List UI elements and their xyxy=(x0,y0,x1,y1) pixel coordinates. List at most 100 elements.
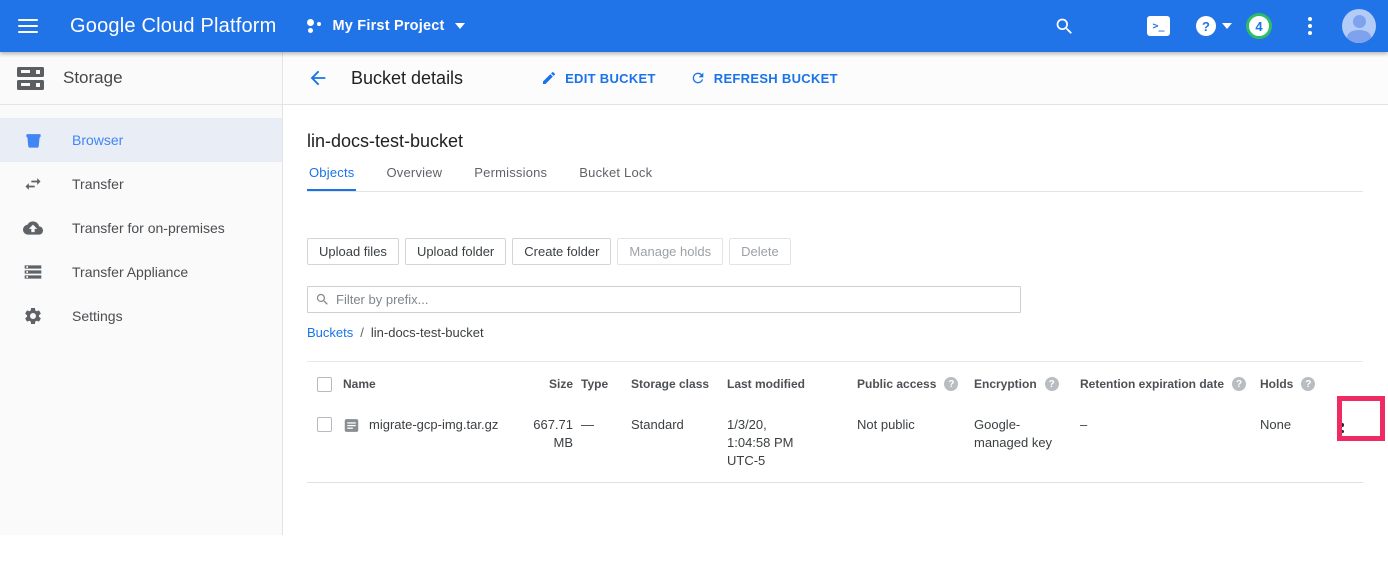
help-icon[interactable]: ? xyxy=(1232,377,1246,391)
hamburger-menu-icon[interactable] xyxy=(6,0,50,52)
tab-bucket-lock[interactable]: Bucket Lock xyxy=(577,165,654,191)
select-all-checkbox[interactable] xyxy=(317,377,332,392)
top-navigation-bar: Google Cloud Platform My First Project >… xyxy=(0,0,1388,52)
manage-holds-button[interactable]: Manage holds xyxy=(617,238,723,265)
tab-overview[interactable]: Overview xyxy=(384,165,444,191)
page-title: Bucket details xyxy=(351,68,463,89)
cloud-upload-icon xyxy=(22,217,44,239)
sidebar-item-browser[interactable]: Browser xyxy=(0,118,282,162)
tab-bar: Objects Overview Permissions Bucket Lock xyxy=(307,165,1363,192)
last-modified-value: 1/3/20, 1:04:58 PM UTC-5 xyxy=(727,416,807,470)
avatar[interactable] xyxy=(1342,9,1376,43)
storage-logo-icon xyxy=(17,67,44,90)
column-header-encryption[interactable]: Encryption ? xyxy=(974,376,1080,392)
column-header-label: Encryption xyxy=(974,377,1037,391)
sidebar-item-label: Settings xyxy=(72,308,123,324)
breadcrumb-current: lin-docs-test-bucket xyxy=(371,325,484,340)
column-header-holds[interactable]: Holds ? xyxy=(1260,376,1322,392)
sidebar: Storage Browser Transfer xyxy=(0,52,283,535)
column-header-menu xyxy=(1322,376,1362,392)
content: Bucket details EDIT BUCKET REFRESH BUCKE… xyxy=(283,52,1388,535)
cloud-shell-icon[interactable]: >_ xyxy=(1147,16,1170,36)
sidebar-item-transfer-appliance[interactable]: Transfer Appliance xyxy=(0,250,282,294)
app-body: Storage Browser Transfer xyxy=(0,52,1388,535)
cell-holds: None xyxy=(1260,416,1322,470)
table-row[interactable]: migrate-gcp-img.tar.gz 667.71 MB — Stand… xyxy=(307,404,1363,483)
chevron-down-icon xyxy=(455,23,465,29)
create-folder-button[interactable]: Create folder xyxy=(512,238,611,265)
row-checkbox-cell xyxy=(307,416,343,470)
overflow-menu-icon[interactable] xyxy=(1300,14,1320,38)
row-checkbox[interactable] xyxy=(317,417,332,432)
column-header-last-modified[interactable]: Last modified xyxy=(727,376,857,392)
refresh-bucket-label: REFRESH BUCKET xyxy=(714,71,838,86)
cell-name[interactable]: migrate-gcp-img.tar.gz xyxy=(343,416,511,470)
cell-row-menu xyxy=(1322,416,1362,470)
pencil-icon xyxy=(541,70,557,86)
refresh-icon xyxy=(690,70,706,86)
help-menu[interactable]: ? xyxy=(1196,16,1232,36)
sidebar-item-transfer[interactable]: Transfer xyxy=(0,162,282,206)
edit-bucket-button[interactable]: EDIT BUCKET xyxy=(541,70,656,86)
gcp-logo: Google Cloud Platform xyxy=(70,15,277,38)
breadcrumb-separator: / xyxy=(360,325,364,340)
sidebar-header: Storage xyxy=(0,52,282,105)
sidebar-item-label: Transfer for on-premises xyxy=(72,220,225,236)
sidebar-title: Storage xyxy=(63,68,123,88)
search-icon[interactable] xyxy=(1054,16,1075,37)
column-header-storage-class[interactable]: Storage class xyxy=(631,376,727,392)
cell-type: — xyxy=(581,416,631,470)
cell-storage-class: Standard xyxy=(631,416,727,470)
project-selector[interactable]: My First Project xyxy=(307,18,465,35)
project-name: My First Project xyxy=(333,18,445,34)
chevron-down-icon xyxy=(1222,23,1232,29)
help-icon[interactable]: ? xyxy=(1045,377,1059,391)
filter-field xyxy=(307,286,1021,313)
transfer-arrows-icon xyxy=(22,173,44,195)
header-checkbox-cell xyxy=(307,376,343,392)
row-overflow-menu-icon[interactable] xyxy=(1332,419,1352,444)
refresh-bucket-button[interactable]: REFRESH BUCKET xyxy=(690,70,838,86)
bucket-name: lin-docs-test-bucket xyxy=(307,105,1363,152)
appliance-icon xyxy=(22,261,44,283)
filter-input[interactable] xyxy=(336,292,1013,307)
file-icon xyxy=(343,417,360,434)
encryption-value: Google-managed key xyxy=(974,416,1060,452)
sidebar-item-label: Transfer xyxy=(72,176,124,192)
column-header-type[interactable]: Type xyxy=(581,376,631,392)
back-button[interactable] xyxy=(305,65,331,91)
back-arrow-icon xyxy=(307,67,329,89)
column-header-label: Public access xyxy=(857,377,936,391)
delete-button[interactable]: Delete xyxy=(729,238,791,265)
column-header-retention[interactable]: Retention expiration date ? xyxy=(1080,376,1260,392)
sidebar-item-settings[interactable]: Settings xyxy=(0,294,282,338)
tab-permissions[interactable]: Permissions xyxy=(472,165,549,191)
sidebar-nav: Browser Transfer Transfer for on-premise… xyxy=(0,105,282,338)
project-icon xyxy=(307,18,324,35)
breadcrumb-buckets-link[interactable]: Buckets xyxy=(307,325,353,340)
column-header-name[interactable]: Name xyxy=(343,376,511,392)
cell-retention: – xyxy=(1080,416,1260,470)
upload-folder-button[interactable]: Upload folder xyxy=(405,238,506,265)
sidebar-item-label: Browser xyxy=(72,132,123,148)
sidebar-item-transfer-on-premises[interactable]: Transfer for on-premises xyxy=(0,206,282,250)
tab-objects[interactable]: Objects xyxy=(307,165,356,191)
sidebar-item-label: Transfer Appliance xyxy=(72,264,188,280)
column-header-label: Retention expiration date xyxy=(1080,377,1224,391)
cell-public-access: Not public xyxy=(857,416,974,470)
search-icon xyxy=(315,292,330,307)
gear-icon xyxy=(22,305,44,327)
cell-last-modified: 1/3/20, 1:04:58 PM UTC-5 xyxy=(727,416,857,470)
content-header: Bucket details EDIT BUCKET REFRESH BUCKE… xyxy=(283,52,1388,105)
help-icon[interactable]: ? xyxy=(1301,377,1315,391)
notification-badge[interactable]: 4 xyxy=(1246,13,1272,39)
screen: Google Cloud Platform My First Project >… xyxy=(0,0,1388,579)
column-header-size[interactable]: Size xyxy=(511,376,581,392)
upload-files-button[interactable]: Upload files xyxy=(307,238,399,265)
help-icon[interactable]: ? xyxy=(944,377,958,391)
column-header-label: Holds xyxy=(1260,377,1293,391)
bucket-icon xyxy=(22,129,44,151)
column-header-public-access[interactable]: Public access ? xyxy=(857,376,974,392)
object-name[interactable]: migrate-gcp-img.tar.gz xyxy=(369,416,498,434)
breadcrumb: Buckets / lin-docs-test-bucket xyxy=(307,325,1363,340)
